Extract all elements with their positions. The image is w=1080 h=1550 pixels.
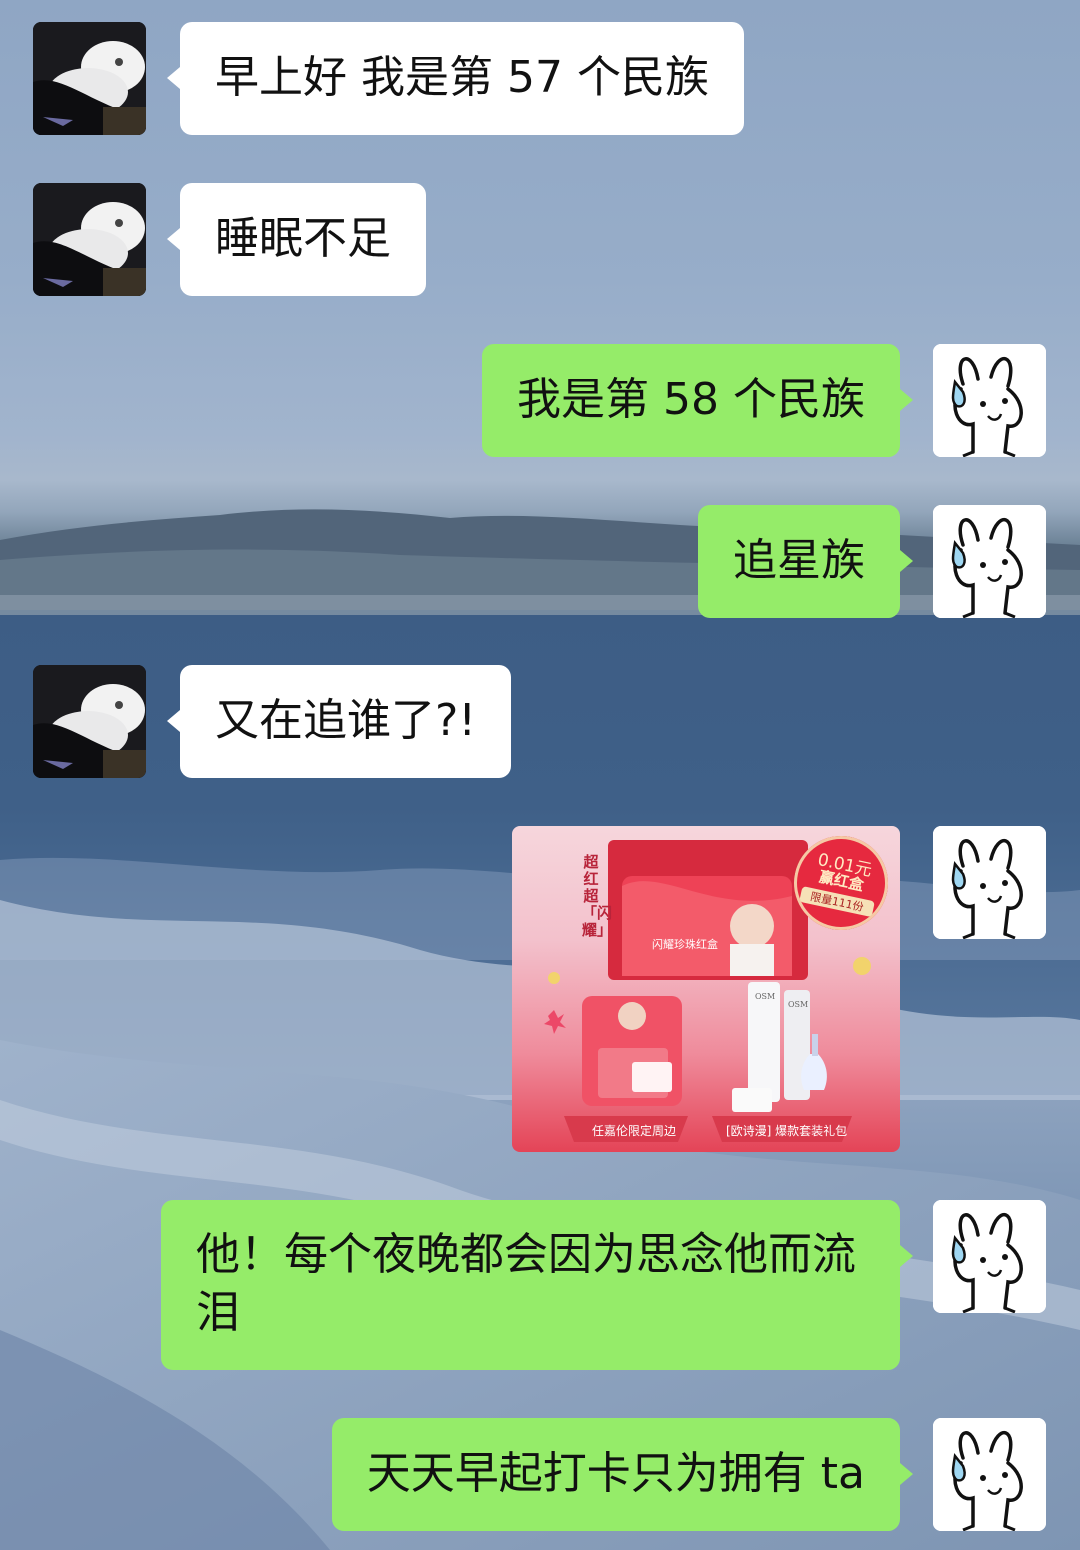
bubble-tail	[900, 1463, 913, 1485]
outgoing-message-bubble[interactable]: 追星族	[698, 505, 900, 618]
crying-bunny-doodle-icon	[933, 505, 1046, 618]
crying-bunny-doodle-icon	[933, 344, 1046, 457]
white-cat-photo-icon	[33, 665, 146, 778]
bunny-avatar[interactable]	[933, 505, 1046, 618]
outgoing-message-bubble[interactable]: 他！每个夜晚都会因为思念他而流泪	[161, 1200, 900, 1370]
outgoing-message-bubble[interactable]: 天天早起打卡只为拥有 ta	[331, 1418, 900, 1531]
crying-bunny-doodle-icon	[933, 1418, 1046, 1531]
outgoing-message-bubble[interactable]: 我是第 58 个民族	[482, 344, 900, 457]
bubble-tail	[167, 67, 180, 89]
gift-box-title: 闪耀珍珠红盒	[652, 938, 718, 951]
bubble-tail	[167, 228, 180, 250]
incoming-message-bubble[interactable]: 早上好 我是第 57 个民族	[180, 22, 744, 135]
bubble-tail	[900, 389, 913, 411]
crying-bunny-doodle-icon	[933, 826, 1046, 939]
bunny-avatar[interactable]	[933, 826, 1046, 939]
bubble-tail	[900, 1245, 913, 1267]
label-right: [欧诗漫] 爆款套装礼包	[726, 1124, 848, 1138]
cat-avatar[interactable]	[33, 183, 146, 296]
incoming-message-bubble[interactable]: 又在追谁了?!	[180, 665, 511, 778]
promo-vertical-title: 超红超「闪耀」	[582, 853, 613, 939]
label-left: 任嘉伦限定周边	[592, 1124, 677, 1138]
incoming-message-bubble[interactable]: 睡眠不足	[180, 183, 426, 296]
bubble-tail	[167, 710, 180, 732]
cat-avatar[interactable]	[33, 665, 146, 778]
white-cat-photo-icon	[33, 183, 146, 296]
white-cat-photo-icon	[33, 22, 146, 135]
bubble-tail	[900, 550, 913, 572]
bunny-avatar[interactable]	[933, 344, 1046, 457]
crying-bunny-doodle-icon	[933, 1200, 1046, 1313]
brand-mark: OSM	[755, 992, 776, 1001]
image-message[interactable]: 超红超「闪耀」 0.01元 赢红盒 限量111份 闪耀珍珠红盒 OSM OSM …	[512, 826, 900, 1152]
brand-mark: OSM	[788, 1000, 809, 1009]
bunny-avatar[interactable]	[933, 1418, 1046, 1531]
cat-avatar[interactable]	[33, 22, 146, 135]
bunny-avatar[interactable]	[933, 1200, 1046, 1313]
